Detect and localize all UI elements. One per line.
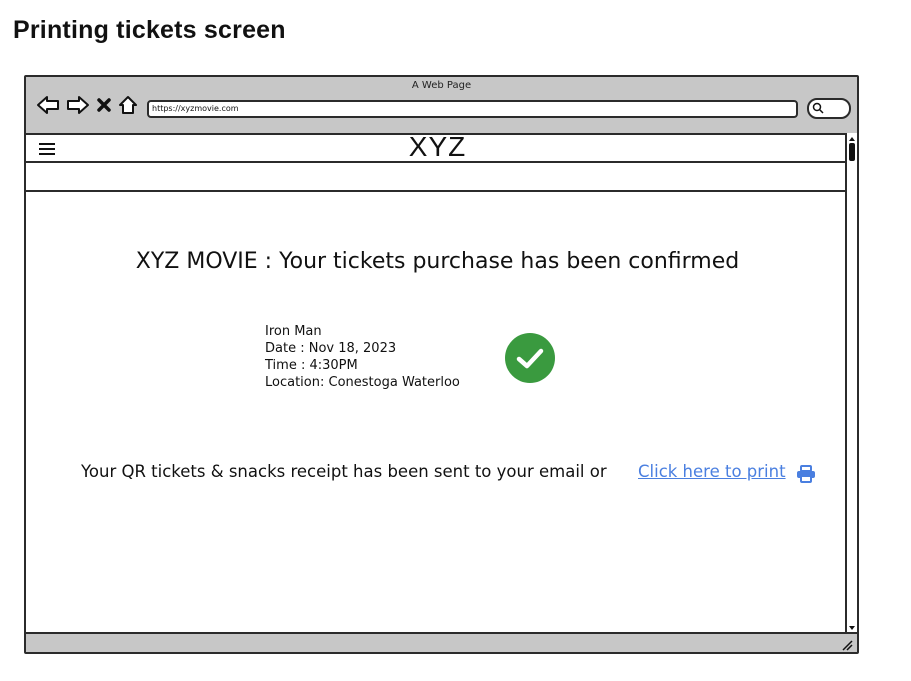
- ticket-details: Iron Man Date : Nov 18, 2023 Time : 4:30…: [265, 323, 460, 391]
- vertical-scrollbar[interactable]: [845, 133, 857, 634]
- show-date: Date : Nov 18, 2023: [265, 341, 397, 356]
- nav-strip: [26, 163, 849, 192]
- search-button[interactable]: [807, 98, 851, 119]
- window-title: A Web Page: [411, 80, 472, 91]
- print-link[interactable]: Click here to print: [638, 462, 786, 481]
- show-location: Location: Conestoga Waterloo: [265, 375, 460, 390]
- forward-arrow-icon[interactable]: [66, 95, 90, 115]
- scroll-down-arrow-icon[interactable]: [847, 624, 857, 632]
- app-header: XYZ: [26, 131, 849, 163]
- home-icon[interactable]: [118, 95, 138, 115]
- browser-titlebar: A Web Page https://xyzmovie.com: [26, 77, 857, 135]
- back-arrow-icon[interactable]: [36, 95, 60, 115]
- app-logo: XYZ: [408, 131, 467, 162]
- close-icon[interactable]: [96, 97, 112, 113]
- url-bar[interactable]: https://xyzmovie.com: [147, 100, 798, 118]
- status-bar: [26, 632, 857, 652]
- checkmark-circle-icon: [504, 332, 556, 388]
- scroll-thumb[interactable]: [849, 143, 855, 161]
- browser-window: A Web Page https://xyzmovie.com XYZ XYZ …: [24, 75, 859, 654]
- confirmation-title: XYZ MOVIE : Your tickets purchase has be…: [135, 249, 740, 274]
- scroll-up-arrow-icon[interactable]: [847, 135, 857, 143]
- email-sent-message: Your QR tickets & snacks receipt has bee…: [81, 462, 607, 481]
- printer-icon[interactable]: [796, 465, 816, 487]
- show-time: Time : 4:30PM: [265, 358, 358, 373]
- movie-name: Iron Man: [265, 324, 322, 339]
- browser-nav-controls: [36, 93, 138, 117]
- page-heading: Printing tickets screen: [13, 16, 286, 44]
- resize-grip-icon[interactable]: [841, 639, 853, 651]
